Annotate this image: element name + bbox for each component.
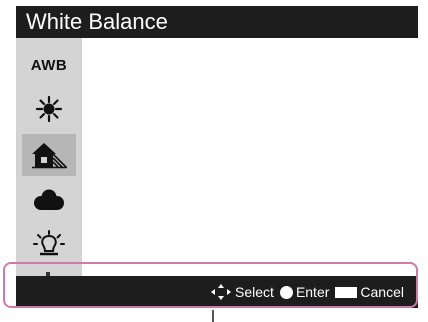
button-hints: Select Enter Cancel: [204, 283, 404, 301]
enter-label: Enter: [295, 284, 330, 300]
wb-option-cloudy[interactable]: [22, 180, 76, 222]
awb-icon: AWB: [30, 56, 68, 74]
content-area: [82, 38, 418, 276]
incandescent-bulb-icon: [33, 230, 65, 256]
select-label: Select: [235, 284, 274, 300]
daylight-sun-icon: [35, 95, 63, 123]
enter-hint: Enter: [279, 283, 330, 301]
footer-bar: Select Enter Cancel: [16, 276, 418, 308]
page-title: White Balance: [26, 9, 168, 34]
camera-screen: White Balance AWB Select Enter Cancel: [16, 6, 418, 308]
shade-house-icon: [32, 143, 67, 169]
menu-button-icon: [335, 286, 358, 298]
center-button-icon: [279, 285, 293, 299]
title-bar: White Balance: [16, 6, 418, 38]
cancel-hint: Cancel: [335, 283, 404, 301]
select-hint: Select: [210, 283, 274, 301]
wb-option-shade[interactable]: [22, 134, 76, 176]
callout-pointer: [212, 310, 214, 322]
wb-option-incandescent[interactable]: [22, 224, 76, 266]
wb-option-daylight[interactable]: [22, 88, 76, 130]
cloudy-icon: [34, 189, 64, 210]
four-way-arrows-icon: [211, 284, 232, 300]
wb-option-awb[interactable]: AWB: [22, 44, 76, 86]
cancel-label: Cancel: [360, 284, 404, 300]
white-balance-list: AWB: [16, 38, 82, 276]
